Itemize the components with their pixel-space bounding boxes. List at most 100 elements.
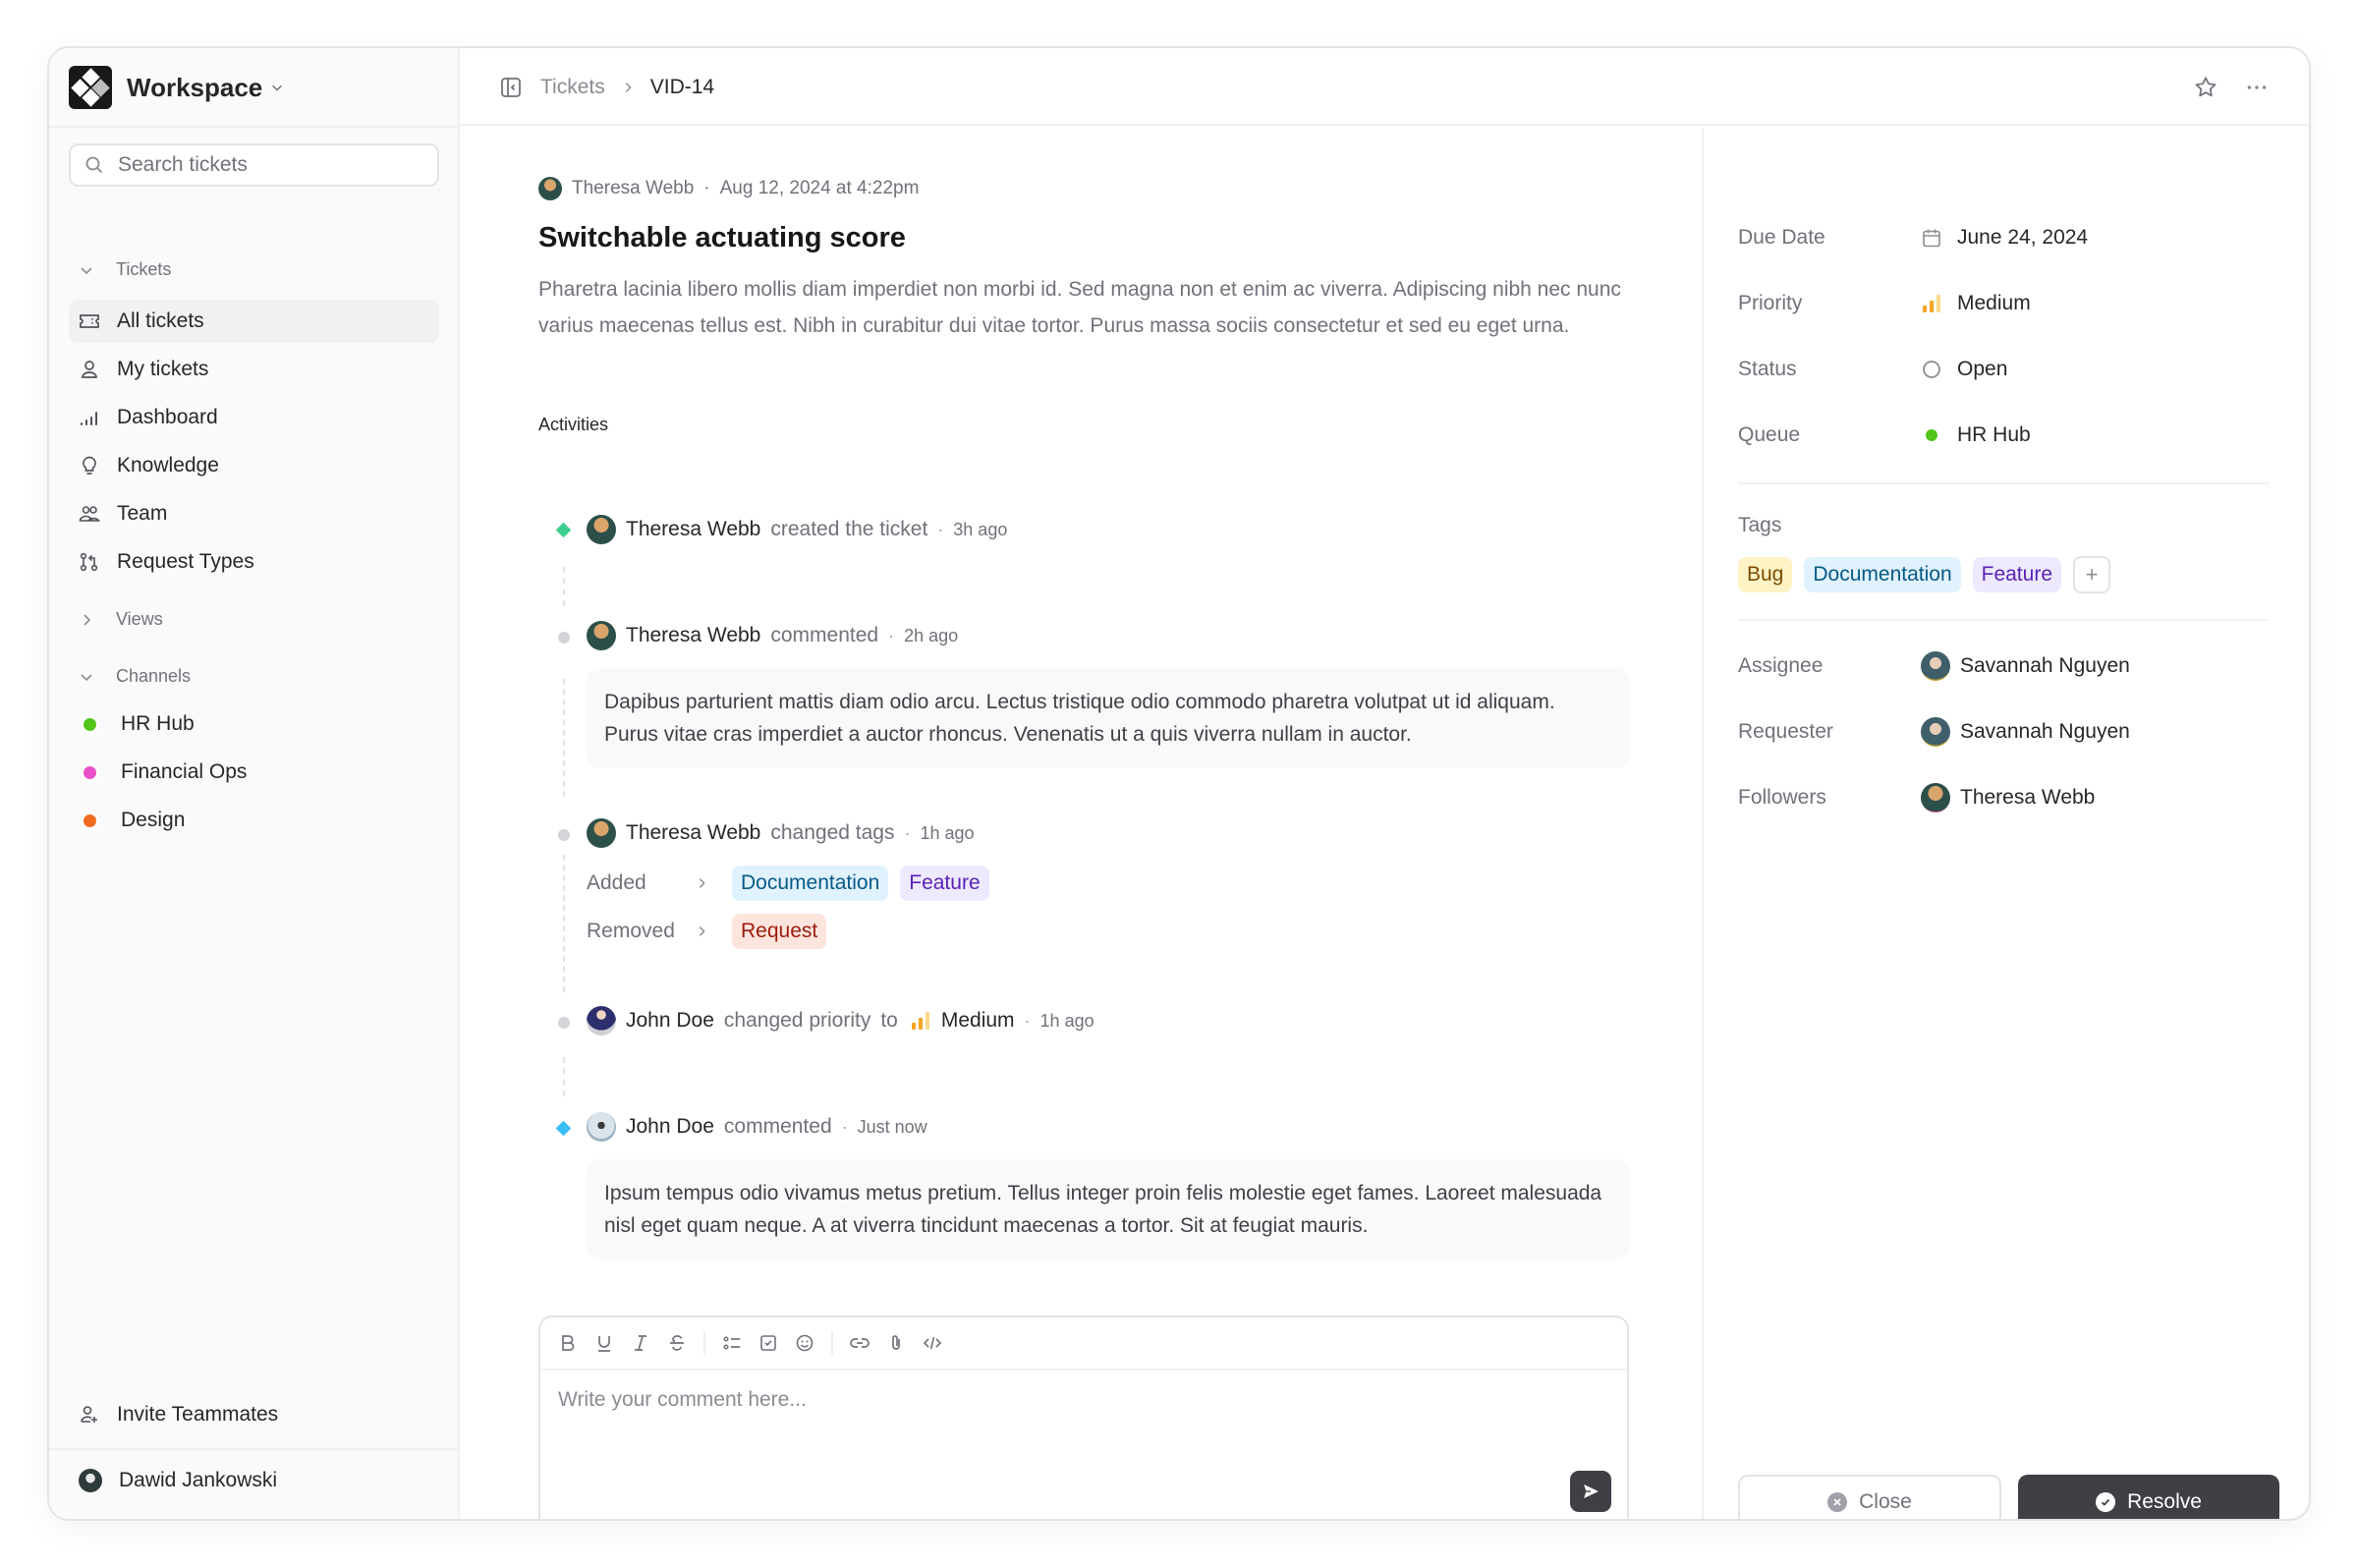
breadcrumb-current: VID-14 xyxy=(649,75,715,98)
status-label: Status xyxy=(1738,358,1797,380)
send-comment-button[interactable] xyxy=(1570,1471,1611,1512)
bullet-list-icon[interactable] xyxy=(722,1333,742,1353)
sidebar-divider xyxy=(49,1448,458,1450)
panel-divider xyxy=(1738,482,2270,484)
followers-label: Followers xyxy=(1738,786,1826,809)
activity-item: Theresa Webb created the ticket · 3h ago xyxy=(587,515,1007,544)
sidebar-item-team[interactable]: Team xyxy=(69,492,439,535)
sidebar-channel-label: HR Hub xyxy=(121,712,195,735)
bar-chart-icon xyxy=(81,412,97,425)
chevron-right-icon xyxy=(625,82,632,92)
calendar-icon xyxy=(1923,229,1940,248)
activity-priority-value: Medium xyxy=(940,1009,1015,1032)
channel-dot-icon xyxy=(84,717,96,731)
tags-list: Bug Documentation Feature + xyxy=(1738,556,2110,593)
section-channels-toggle[interactable]: Channels xyxy=(79,666,191,687)
close-label: Close xyxy=(1859,1490,1912,1513)
activity-user: John Doe xyxy=(626,1115,714,1138)
bold-icon[interactable] xyxy=(558,1333,578,1353)
sidebar-channel-hr-hub[interactable]: HR Hub xyxy=(69,702,439,746)
sidebar-item-my-tickets[interactable]: My tickets xyxy=(69,348,439,391)
chevron-right-icon xyxy=(699,926,705,936)
sidebar-item-request-types[interactable]: Request Types xyxy=(69,540,439,584)
sidebar-channel-design[interactable]: Design xyxy=(69,799,439,842)
chevron-down-icon xyxy=(81,266,92,274)
sidebar-channel-financial-ops[interactable]: Financial Ops xyxy=(69,751,439,794)
due-date-field[interactable]: Due Date June 24, 2024 xyxy=(1738,226,2088,250)
status-field[interactable]: Status Open xyxy=(1738,358,2007,381)
toolbar-separator xyxy=(703,1331,705,1355)
tag-feature[interactable]: Feature xyxy=(1972,557,2061,592)
ticket-icon xyxy=(80,314,99,328)
diamond-icon xyxy=(555,522,572,538)
resolve-ticket-button[interactable]: Resolve xyxy=(2018,1475,2279,1519)
queue-field[interactable]: Queue HR Hub xyxy=(1738,423,2031,447)
followers-value: Theresa Webb xyxy=(1960,786,2096,809)
panel-divider xyxy=(1738,619,2270,621)
activity-action: created the ticket xyxy=(770,518,928,540)
emoji-icon[interactable] xyxy=(795,1333,814,1353)
timeline-connector xyxy=(563,679,565,797)
activity-item: Theresa Webb changed tags · 1h ago xyxy=(587,818,975,848)
search-icon xyxy=(85,156,103,174)
underline-icon[interactable] xyxy=(594,1333,614,1353)
avatar xyxy=(587,1112,616,1142)
ticket-details-panel: Due Date June 24, 2024 Priority Medium S… xyxy=(1702,128,2309,1519)
tag-bug[interactable]: Bug xyxy=(1738,557,1793,592)
avatar xyxy=(587,1006,616,1036)
checklist-icon[interactable] xyxy=(758,1333,778,1353)
section-tickets-toggle[interactable]: Tickets xyxy=(79,259,171,280)
due-date-label: Due Date xyxy=(1738,226,1825,249)
priority-field[interactable]: Priority Medium xyxy=(1738,292,2031,315)
invite-teammates-button[interactable]: Invite Teammates xyxy=(69,1393,439,1436)
code-icon[interactable] xyxy=(923,1333,942,1353)
search-box[interactable] xyxy=(69,143,439,187)
ticket-title: Switchable actuating score xyxy=(538,222,906,253)
italic-icon[interactable] xyxy=(631,1333,650,1353)
assignee-value: Savannah Nguyen xyxy=(1960,654,2130,677)
assignee-label: Assignee xyxy=(1738,654,1824,677)
activity-user: Theresa Webb xyxy=(626,624,761,646)
tags-removed-row: Removed Request xyxy=(587,914,838,949)
sidebar-item-label: Team xyxy=(117,502,168,525)
star-icon[interactable] xyxy=(2193,75,2218,100)
separator-dot: · xyxy=(888,625,895,645)
section-views-label: Views xyxy=(116,609,163,629)
sidebar-toggle-icon[interactable] xyxy=(499,76,523,99)
strikethrough-icon[interactable] xyxy=(667,1333,687,1353)
comment-input[interactable] xyxy=(558,1388,1541,1412)
search-input[interactable] xyxy=(118,153,413,177)
section-views-toggle[interactable]: Views xyxy=(79,609,163,630)
current-user-menu[interactable]: Dawid Jankowski xyxy=(69,1459,439,1502)
timeline-marker xyxy=(555,522,572,538)
sidebar-item-all-tickets[interactable]: All tickets xyxy=(69,300,439,343)
toolbar-separator xyxy=(831,1331,833,1355)
workspace-switcher[interactable]: Workspace xyxy=(69,66,284,109)
resolve-label: Resolve xyxy=(2127,1490,2202,1513)
breadcrumb-tickets-link[interactable]: Tickets xyxy=(540,76,605,99)
assignee-field[interactable]: Assignee Savannah Nguyen xyxy=(1738,651,2130,681)
activity-time: 2h ago xyxy=(904,625,959,645)
dot-icon xyxy=(558,632,570,644)
tags-removed-label: Removed xyxy=(587,920,675,942)
followers-field[interactable]: Followers Theresa Webb xyxy=(1738,783,2095,812)
activity-user: Theresa Webb xyxy=(626,821,761,844)
link-icon[interactable] xyxy=(850,1333,870,1353)
add-tag-button[interactable]: + xyxy=(2073,556,2110,593)
sidebar-divider xyxy=(49,126,458,128)
top-bar: Tickets VID-14 xyxy=(460,48,2309,126)
close-ticket-button[interactable]: Close xyxy=(1738,1475,2001,1519)
sidebar-item-label: Request Types xyxy=(117,550,254,573)
requester-field[interactable]: Requester Savannah Nguyen xyxy=(1738,717,2130,747)
sidebar-item-label: Dashboard xyxy=(117,406,218,428)
sidebar-item-knowledge[interactable]: Knowledge xyxy=(69,444,439,487)
timeline-connector xyxy=(563,567,565,606)
sidebar-item-dashboard[interactable]: Dashboard xyxy=(69,396,439,439)
chevron-down-icon xyxy=(81,673,92,681)
chevron-right-icon xyxy=(699,878,705,888)
attachment-icon[interactable] xyxy=(886,1333,906,1353)
activities-heading: Activities xyxy=(538,415,609,434)
more-options-icon[interactable] xyxy=(2244,75,2270,100)
tag-documentation[interactable]: Documentation xyxy=(1804,557,1961,592)
timeline-connector xyxy=(563,1057,565,1096)
